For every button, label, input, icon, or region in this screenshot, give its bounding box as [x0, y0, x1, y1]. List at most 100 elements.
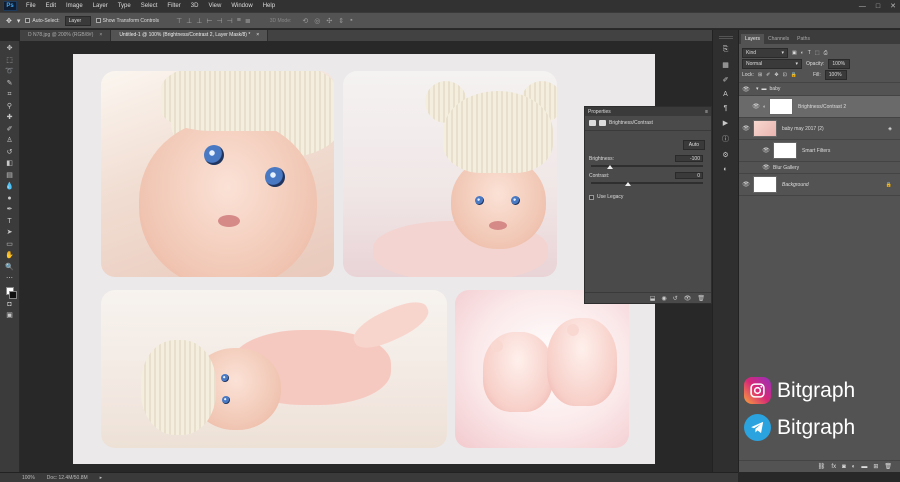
close-button[interactable]: ✕	[890, 2, 896, 10]
align-center-icon[interactable]: ⊣	[217, 17, 223, 25]
play-icon[interactable]: ▶	[723, 119, 728, 127]
menu-help[interactable]: Help	[258, 0, 280, 12]
panel-menu-icon[interactable]: ≡	[705, 109, 708, 115]
3d-roll-icon[interactable]: ◎	[314, 17, 320, 25]
tab-layers[interactable]: Layers	[741, 34, 765, 44]
filter-pixel-icon[interactable]: ▣	[792, 50, 797, 56]
eyedropper-tool-icon[interactable]: ⚲	[3, 101, 17, 113]
lock-all-icon[interactable]: 🔒	[791, 72, 797, 78]
visibility-icon[interactable]: 👁	[684, 295, 692, 302]
tab-paths[interactable]: Paths	[793, 34, 814, 44]
properties-header[interactable]: Properties ≡	[585, 107, 711, 116]
layer-blur-gallery[interactable]: 👁 Blur Gallery	[739, 162, 900, 174]
brush-tool-icon[interactable]: ✐	[3, 124, 17, 136]
blur-tool-icon[interactable]: 💧	[3, 181, 17, 193]
filter-mask-thumbnail[interactable]	[773, 142, 797, 159]
clip-to-layer-icon[interactable]: ⬓	[650, 295, 656, 302]
status-menu-icon[interactable]: ▸	[100, 475, 103, 481]
history-icon[interactable]: ⎘	[723, 46, 729, 54]
path-select-tool-icon[interactable]: ➤	[3, 227, 17, 239]
align-left-icon[interactable]: ⊢	[206, 17, 212, 25]
properties-icon[interactable]: ⚙	[722, 151, 728, 159]
quick-select-tool-icon[interactable]: ✎	[3, 78, 17, 90]
auto-select-dropdown[interactable]: Layer	[64, 15, 91, 26]
group-expand-icon[interactable]: ▾	[756, 86, 759, 92]
zoom-level[interactable]: 100%	[22, 475, 35, 481]
contrast-slider-thumb[interactable]	[625, 182, 632, 186]
shape-tool-icon[interactable]: ▭	[3, 239, 17, 251]
brightness-field[interactable]: -100	[675, 155, 703, 162]
kind-filter-dropdown[interactable]: Kind ▾	[742, 47, 788, 58]
tab-channels[interactable]: Channels	[764, 34, 793, 44]
lock-paint-icon[interactable]: ✐	[766, 72, 770, 78]
use-legacy-checkbox[interactable]: Use Legacy	[589, 194, 623, 200]
layer-group-baby[interactable]: 👁 ▾ ▬ baby	[739, 83, 900, 96]
filter-smart-icon[interactable]: ⎙	[824, 50, 828, 56]
lock-artboard-icon[interactable]: ⊡	[783, 72, 787, 78]
move-tool-icon[interactable]: ✥	[3, 43, 17, 55]
contrast-field[interactable]: 0	[675, 172, 703, 179]
menu-image[interactable]: Image	[61, 0, 88, 12]
layer-mask-thumbnail[interactable]	[769, 98, 794, 115]
clone-stamp-tool-icon[interactable]: ♙	[3, 135, 17, 147]
lock-pixels-icon[interactable]: ⊞	[758, 72, 762, 78]
tab-untitled-1[interactable]: Untitled-1 @ 100% (Brightness/Contrast 2…	[111, 30, 269, 41]
layer-background[interactable]: 👁 Background 🔒	[739, 174, 900, 196]
3d-rotate-icon[interactable]: ⟲	[302, 17, 308, 25]
pen-tool-icon[interactable]: ✒	[3, 204, 17, 216]
char-icon[interactable]: A	[723, 91, 728, 98]
lock-position-icon[interactable]: ✥	[774, 72, 778, 78]
crop-tool-icon[interactable]: ⌗	[3, 89, 17, 101]
brightness-slider-thumb[interactable]	[606, 165, 613, 169]
menu-3d[interactable]: 3D	[186, 0, 204, 12]
show-transform-checkbox[interactable]: Show Transform Controls	[95, 18, 159, 24]
panel-grip[interactable]	[718, 36, 733, 39]
hand-tool-icon[interactable]: ✋	[3, 250, 17, 262]
delete-icon[interactable]: 🗑	[697, 295, 705, 302]
tab-close-icon[interactable]: ×	[99, 30, 102, 41]
menu-window[interactable]: Window	[226, 0, 257, 12]
auto-button[interactable]: Auto	[682, 140, 705, 150]
align-top-icon[interactable]: ⊤	[176, 17, 182, 25]
quick-mask-icon[interactable]: ◘	[3, 299, 17, 311]
align-right-icon[interactable]: ⊣	[227, 17, 233, 25]
new-adjustment-icon[interactable]: ◐	[852, 464, 856, 470]
visibility-eye-icon[interactable]: 👁	[739, 125, 753, 132]
delete-layer-icon[interactable]: 🗑	[884, 463, 892, 470]
filter-adjust-icon[interactable]: ◐	[801, 50, 804, 56]
swatches-icon[interactable]: ▦	[722, 61, 729, 69]
new-layer-icon[interactable]: ⊞	[873, 463, 878, 470]
history-brush-tool-icon[interactable]: ↺	[3, 147, 17, 159]
healing-brush-tool-icon[interactable]: ✚	[3, 112, 17, 124]
maximize-button[interactable]: □	[876, 3, 880, 10]
document-canvas[interactable]	[73, 54, 655, 464]
3d-slide-icon[interactable]: ⇕	[338, 17, 344, 25]
minimize-button[interactable]: —	[859, 3, 866, 10]
menu-filter[interactable]: Filter	[162, 0, 185, 12]
distribute-icon[interactable]: ≡	[237, 17, 241, 25]
distribute-h-icon[interactable]: ≣	[245, 17, 251, 25]
contrast-slider[interactable]	[591, 182, 703, 184]
add-mask-icon[interactable]: ◙	[842, 464, 846, 470]
new-group-icon[interactable]: ▬	[861, 464, 867, 470]
align-bottom-icon[interactable]: ⊥	[196, 17, 202, 25]
adjustments-icon[interactable]: ◐	[723, 166, 727, 173]
layer-smart-filters[interactable]: 👁 Smart Filters	[739, 140, 900, 162]
more-tools-icon[interactable]: ⋯	[3, 273, 17, 285]
3d-scale-icon[interactable]: ▪	[350, 17, 352, 25]
menu-select[interactable]: Select	[136, 0, 163, 12]
opacity-field[interactable]: 100%	[828, 58, 851, 69]
menu-edit[interactable]: Edit	[41, 0, 61, 12]
tool-preset-chevron-icon[interactable]: ▾	[17, 17, 21, 25]
visibility-eye-icon[interactable]: 👁	[739, 181, 753, 188]
fill-field[interactable]: 100%	[824, 69, 847, 80]
blend-mode-dropdown[interactable]: Normal ▾	[742, 58, 802, 69]
gradient-tool-icon[interactable]: ▤	[3, 170, 17, 182]
link-layers-icon[interactable]: ⛓	[818, 463, 826, 470]
eraser-tool-icon[interactable]: ◧	[3, 158, 17, 170]
menu-file[interactable]: File	[21, 0, 41, 12]
align-middle-icon[interactable]: ⊥	[186, 17, 192, 25]
menu-view[interactable]: View	[203, 0, 226, 12]
dodge-tool-icon[interactable]: ●	[3, 193, 17, 205]
layer-thumbnail[interactable]	[753, 176, 777, 193]
